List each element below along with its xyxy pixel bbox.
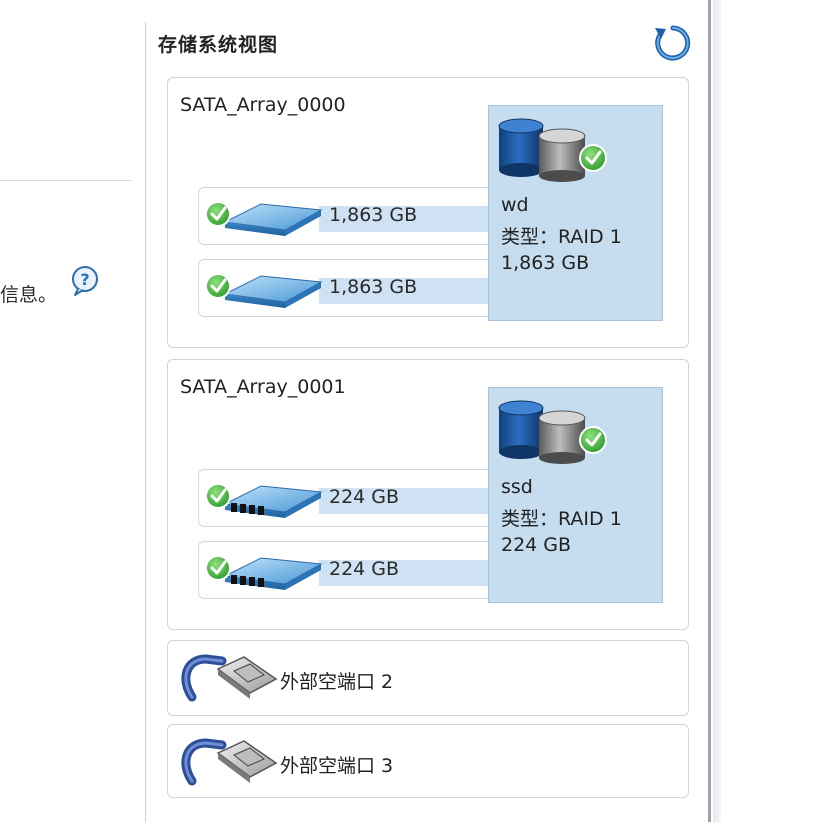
volume-name: ssd bbox=[501, 476, 533, 498]
volume-name: wd bbox=[501, 194, 529, 216]
left-pane: 信息。 ? bbox=[0, 0, 146, 822]
array-card-sata-array-0000[interactable]: SATA_Array_0000 1,863 GB 1,863 GB wd 类型：… bbox=[167, 77, 689, 348]
volume-box[interactable]: ssd 类型：RAID 1 224 GB bbox=[488, 387, 663, 603]
left-info-text: 信息。 bbox=[0, 284, 58, 306]
hdd-ok-icon bbox=[205, 273, 323, 308]
sata-cable-icon bbox=[181, 654, 278, 702]
refresh-icon[interactable] bbox=[652, 22, 694, 64]
ssd-ok-icon bbox=[205, 555, 323, 590]
external-port-2-card[interactable]: 外部空端口 2 bbox=[167, 640, 689, 716]
volume-size: 1,863 GB bbox=[501, 252, 590, 274]
disk-size: 1,863 GB bbox=[329, 204, 418, 226]
sata-cable-icon bbox=[181, 738, 278, 786]
left-divider bbox=[0, 180, 132, 181]
help-icon[interactable]: ? bbox=[68, 264, 102, 298]
volume-size: 224 GB bbox=[501, 534, 572, 556]
disk-size: 224 GB bbox=[329, 486, 400, 508]
array-card-sata-array-0001[interactable]: SATA_Array_0001 224 GB 224 GB ssd 类型：RAI… bbox=[167, 359, 689, 630]
panel-title: 存储系统视图 bbox=[158, 34, 279, 56]
disk-size: 1,863 GB bbox=[329, 276, 418, 298]
external-port-3-card[interactable]: 外部空端口 3 bbox=[167, 724, 689, 798]
svg-text:?: ? bbox=[80, 270, 89, 289]
volume-type: 类型：RAID 1 bbox=[501, 508, 622, 530]
port-label: 外部空端口 2 bbox=[280, 671, 394, 693]
disk-size: 224 GB bbox=[329, 558, 400, 580]
ssd-ok-icon bbox=[205, 483, 323, 518]
raid-volume-ok-icon bbox=[498, 400, 607, 464]
raid-volume-ok-icon bbox=[498, 118, 607, 182]
hdd-ok-icon bbox=[205, 201, 323, 236]
right-window-frame bbox=[713, 0, 721, 822]
volume-type: 类型：RAID 1 bbox=[501, 226, 622, 248]
panel-border bbox=[145, 22, 146, 822]
array-name: SATA_Array_0001 bbox=[180, 376, 346, 398]
volume-box[interactable]: wd 类型：RAID 1 1,863 GB bbox=[488, 105, 663, 321]
port-label: 外部空端口 3 bbox=[280, 755, 394, 777]
right-window-border bbox=[708, 0, 711, 822]
array-name: SATA_Array_0000 bbox=[180, 94, 346, 116]
